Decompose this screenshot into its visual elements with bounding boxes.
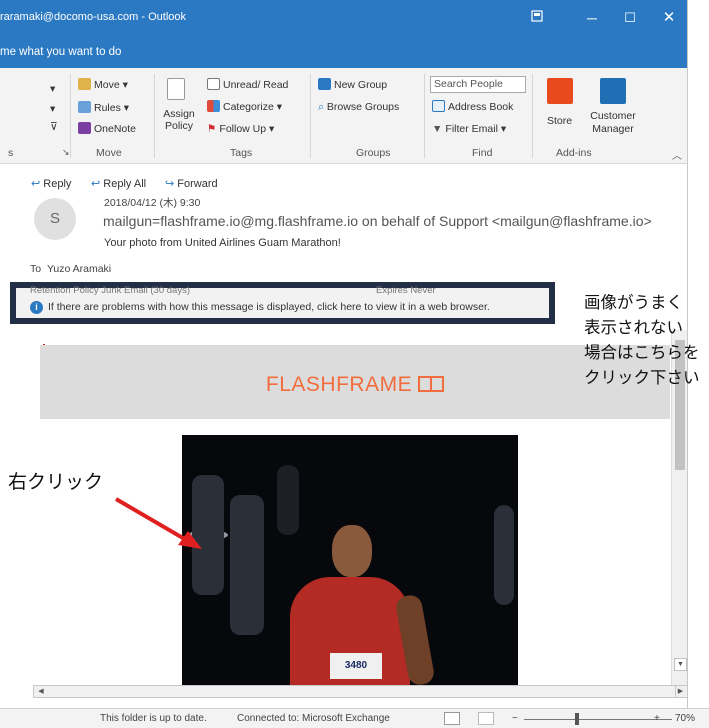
zoom-out-icon[interactable]: − xyxy=(512,713,518,724)
move-button[interactable]: Move ▾ xyxy=(78,78,128,92)
view-in-browser-annotation: 画像がうまく 表示されない 場合はこちらを クリック下さい xyxy=(584,290,700,390)
group-label-groups: Groups xyxy=(356,147,391,159)
annotation-line: 場合はこちらを xyxy=(584,343,700,362)
minimize-button[interactable]: ─ xyxy=(577,8,607,28)
expand-icon[interactable]: ⊽ xyxy=(50,120,58,134)
right-click-annotation: 右クリック xyxy=(8,471,104,493)
group-label-move: Move xyxy=(96,147,122,159)
zoom-in-icon[interactable]: + xyxy=(654,713,660,724)
annotation-line: 表示されない xyxy=(584,318,683,337)
horizontal-scrollbar[interactable]: ◀ ▶ xyxy=(33,685,687,698)
title-bar: raramaki@docomo-usa.com - Outlook ─ ☐ ✕ xyxy=(0,0,687,38)
folder-status: This folder is up to date. xyxy=(100,713,207,724)
info-bar-highlight[interactable]: Retention Policy Junk Email (30 days) Ex… xyxy=(10,282,555,324)
reading-view-icon[interactable] xyxy=(478,712,494,725)
view-in-browser-link[interactable]: If there are problems with how this mess… xyxy=(48,301,490,313)
info-icon: i xyxy=(30,301,43,314)
retention-policy: Retention Policy Junk Email (30 days) xyxy=(30,285,190,296)
forward-button[interactable]: ↪ Forward xyxy=(165,177,218,190)
message-header: ↩ Reply ↩ Reply All ↪ Forward S 2018/04/… xyxy=(0,165,687,290)
scroll-right-icon[interactable]: ▶ xyxy=(675,686,685,697)
store-icon xyxy=(547,78,573,104)
status-bar: This folder is up to date. Connected to:… xyxy=(0,708,709,728)
new-group-icon xyxy=(318,78,331,90)
group-label-find: Find xyxy=(472,147,493,159)
unread-read-button[interactable]: Unread/ Read xyxy=(207,78,288,92)
restore-icon[interactable] xyxy=(522,8,552,28)
address-book-button[interactable]: Address Book xyxy=(432,100,513,114)
onenote-icon xyxy=(78,122,91,134)
customer-manager-button[interactable]: Customer Manager xyxy=(586,110,640,136)
dialog-launcher-icon[interactable]: ↘ xyxy=(62,147,70,158)
race-bib: 3480 xyxy=(330,653,382,679)
window-title: raramaki@docomo-usa.com - Outlook xyxy=(0,11,187,23)
message-recipient: To Yuzo Aramaki xyxy=(30,263,112,275)
scroll-left-icon[interactable]: ◀ xyxy=(36,686,46,697)
reply-button[interactable]: ↩ Reply xyxy=(31,177,71,190)
onenote-button[interactable]: OneNote xyxy=(78,122,136,136)
scroll-down-icon[interactable]: ▼ xyxy=(674,658,687,671)
group-label-addins: Add-ins xyxy=(556,147,592,159)
flashframe-logo: FLASHFRAME xyxy=(40,373,670,397)
move-icon xyxy=(78,78,91,90)
follow-up-button[interactable]: ⚑ Follow Up ▾ xyxy=(207,122,274,136)
tell-me-text[interactable]: me what you want to do xyxy=(0,46,121,58)
dropdown-arrow-icon[interactable]: ▾ xyxy=(50,102,55,116)
ribbon: ▾ ▾ ⊽ s ↘ Move ▾ Rules ▾ OneNote Move As… xyxy=(0,68,687,164)
flag-icon: ⚑ xyxy=(207,123,217,135)
zoom-slider-thumb[interactable] xyxy=(575,713,580,725)
search-people-input[interactable]: Search People xyxy=(430,76,526,93)
assign-policy-icon xyxy=(167,78,185,100)
message-date: 2018/04/12 (木) 9:30 xyxy=(104,197,201,209)
filter-icon: ▼ xyxy=(432,123,443,135)
store-button[interactable]: Store xyxy=(547,114,572,128)
new-group-button[interactable]: New Group xyxy=(318,78,387,92)
message-subject: Your photo from United Airlines Guam Mar… xyxy=(104,237,341,249)
reply-icon: ↩ xyxy=(31,178,41,190)
filter-email-button[interactable]: ▼ Filter Email ▾ xyxy=(432,122,506,136)
forward-icon: ↪ xyxy=(165,178,175,190)
message-sender: mailgun=flashframe.io@mg.flashframe.io o… xyxy=(103,213,652,229)
red-arrow-icon xyxy=(114,497,202,549)
expires-label: Expires Never xyxy=(376,285,436,296)
rules-button[interactable]: Rules ▾ xyxy=(78,101,129,115)
envelope-icon xyxy=(207,78,220,90)
group-label-tags: Tags xyxy=(230,147,253,159)
reply-all-button[interactable]: ↩ Reply All xyxy=(91,177,146,190)
zoom-level: 70% xyxy=(675,713,696,724)
annotation-line: クリック下さい xyxy=(584,368,700,387)
maximize-button[interactable]: ☐ xyxy=(615,8,645,28)
group-label-left: s xyxy=(8,147,14,159)
marathon-photo[interactable]: 3480 xyxy=(182,435,518,685)
dropdown-arrow-icon[interactable]: ▾ xyxy=(50,82,55,96)
address-book-icon xyxy=(432,100,445,112)
reply-all-icon: ↩ xyxy=(91,178,101,190)
categorize-button[interactable]: Categorize ▾ xyxy=(207,100,282,114)
collapse-ribbon-icon[interactable]: ︿ xyxy=(672,147,682,162)
browse-search-icon: ⌕ xyxy=(318,101,324,113)
categorize-icon xyxy=(207,100,220,112)
message-body: FLASHFRAME 3480 xyxy=(0,330,672,685)
normal-view-icon[interactable] xyxy=(444,712,460,725)
zoom-slider[interactable] xyxy=(524,719,672,720)
browse-groups-button[interactable]: ⌕ Browse Groups xyxy=(318,100,399,114)
customer-manager-icon xyxy=(600,78,626,104)
avatar: S xyxy=(34,198,76,240)
close-button[interactable]: ✕ xyxy=(654,8,684,28)
connection-status: Connected to: Microsoft Exchange xyxy=(237,713,390,724)
assign-policy-button[interactable]: Assign Policy xyxy=(161,108,197,132)
tell-me-bar[interactable]: me what you want to do xyxy=(0,38,687,68)
annotation-line: 画像がうまく xyxy=(584,293,683,312)
rules-icon xyxy=(78,101,91,113)
